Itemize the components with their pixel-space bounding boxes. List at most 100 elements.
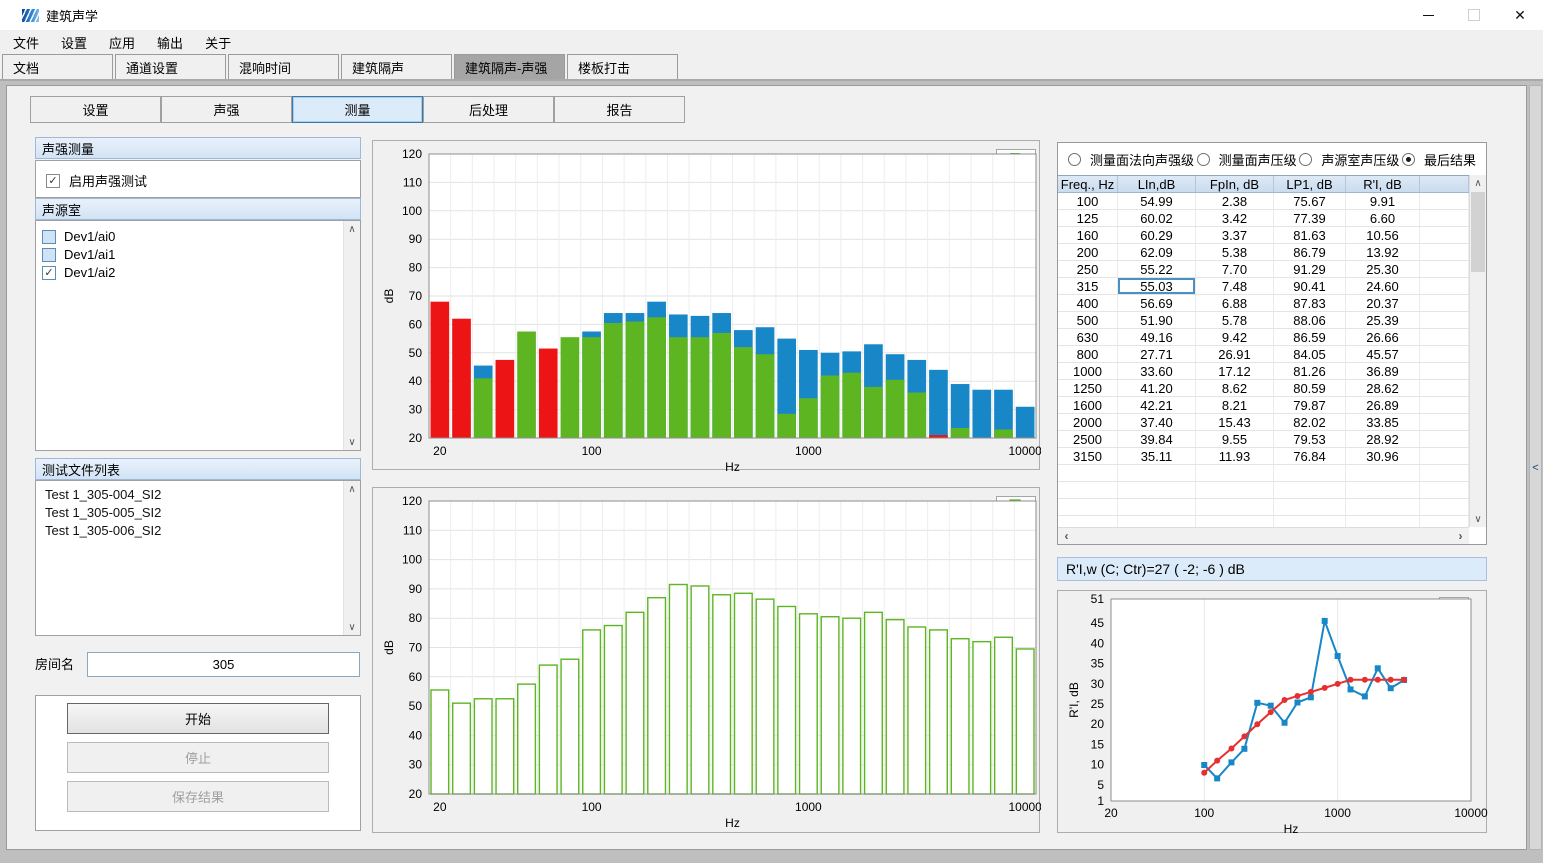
table-cell[interactable]: 100 xyxy=(1058,193,1118,209)
channel-checkbox[interactable]: ✓ xyxy=(42,266,56,280)
table-cell[interactable]: 36.89 xyxy=(1346,363,1420,379)
close-button[interactable]: ✕ xyxy=(1497,0,1543,30)
file-list-scrollbar[interactable]: ∧ ∨ xyxy=(343,481,360,635)
table-cell[interactable] xyxy=(1274,465,1346,481)
table-cell[interactable]: 86.59 xyxy=(1274,329,1346,345)
table-cell[interactable]: 41.20 xyxy=(1118,380,1196,396)
subtab-1[interactable]: 设置 xyxy=(30,96,161,123)
table-cell[interactable] xyxy=(1420,193,1469,209)
maximize-button[interactable] xyxy=(1451,0,1497,30)
radio-option-2[interactable]: 测量面声压级 xyxy=(1197,150,1297,169)
table-cell[interactable]: 54.99 xyxy=(1118,193,1196,209)
table-cell[interactable]: 49.16 xyxy=(1118,329,1196,345)
table-cell[interactable]: 33.85 xyxy=(1346,414,1420,430)
scroll-up-icon[interactable]: ∧ xyxy=(344,221,360,237)
table-cell[interactable]: 1000 xyxy=(1058,363,1118,379)
table-cell[interactable] xyxy=(1420,261,1469,277)
table-cell[interactable]: 60.02 xyxy=(1118,210,1196,226)
test-file-item[interactable]: Test 1_305-006_SI2 xyxy=(36,521,360,539)
scroll-left-icon[interactable]: ‹ xyxy=(1058,528,1075,544)
table-cell[interactable] xyxy=(1058,465,1118,481)
radio-option-4[interactable]: 最后结果 xyxy=(1402,150,1476,169)
channel-checkbox[interactable] xyxy=(42,230,56,244)
table-cell[interactable]: 250 xyxy=(1058,261,1118,277)
table-cell[interactable]: 6.88 xyxy=(1196,295,1274,311)
table-cell[interactable] xyxy=(1420,312,1469,328)
table-cell[interactable]: 28.62 xyxy=(1346,380,1420,396)
table-cell[interactable]: 87.83 xyxy=(1274,295,1346,311)
table-cell[interactable]: 25.30 xyxy=(1346,261,1420,277)
subtab-3[interactable]: 测量 xyxy=(292,96,423,123)
table-cell[interactable] xyxy=(1420,329,1469,345)
collapse-panel-handle[interactable]: < xyxy=(1529,85,1542,850)
tab-3[interactable]: 混响时间 xyxy=(228,54,339,79)
table-cell[interactable]: 76.84 xyxy=(1274,448,1346,464)
radio-circle[interactable] xyxy=(1068,153,1081,166)
menu-item-2[interactable]: 设置 xyxy=(50,30,98,54)
table-cell[interactable]: 160 xyxy=(1058,227,1118,243)
table-cell[interactable] xyxy=(1420,465,1469,481)
room-name-input[interactable] xyxy=(87,652,360,677)
table-cell[interactable]: 9.42 xyxy=(1196,329,1274,345)
table-cell[interactable]: 200 xyxy=(1058,244,1118,260)
table-cell[interactable] xyxy=(1346,516,1420,527)
table-cell[interactable]: 91.29 xyxy=(1274,261,1346,277)
table-cell[interactable] xyxy=(1346,499,1420,515)
table-cell[interactable]: 80.59 xyxy=(1274,380,1346,396)
table-cell[interactable]: 125 xyxy=(1058,210,1118,226)
table-cell[interactable] xyxy=(1420,431,1469,447)
enable-test-row[interactable]: ✓ 启用声强测试 xyxy=(36,161,360,190)
tab-5[interactable]: 建筑隔声-声强 xyxy=(454,54,565,79)
table-cell[interactable] xyxy=(1196,465,1274,481)
table-cell[interactable]: 75.67 xyxy=(1274,193,1346,209)
radio-circle[interactable] xyxy=(1402,153,1415,166)
table-cell[interactable]: 500 xyxy=(1058,312,1118,328)
table-cell[interactable] xyxy=(1420,244,1469,260)
tab-4[interactable]: 建筑隔声 xyxy=(341,54,452,79)
table-cell[interactable]: 90.41 xyxy=(1274,278,1346,294)
scroll-down-icon[interactable]: ∨ xyxy=(344,434,360,450)
radio-option-3[interactable]: 声源室声压级 xyxy=(1299,150,1399,169)
table-cell[interactable]: 9.55 xyxy=(1196,431,1274,447)
start-button[interactable]: 开始 xyxy=(67,703,329,734)
table-cell[interactable]: 3.42 xyxy=(1196,210,1274,226)
table-cell[interactable]: 8.21 xyxy=(1196,397,1274,413)
scroll-up-icon[interactable]: ∧ xyxy=(1470,175,1486,191)
radio-option-1[interactable]: 测量面法向声强级 xyxy=(1068,150,1194,169)
table-cell[interactable]: 2500 xyxy=(1058,431,1118,447)
channel-item[interactable]: Dev1/ai0 xyxy=(36,227,360,245)
table-cell[interactable]: 86.79 xyxy=(1274,244,1346,260)
scroll-down-icon[interactable]: ∨ xyxy=(1470,511,1486,527)
table-cell[interactable]: 1600 xyxy=(1058,397,1118,413)
table-cell[interactable]: 84.05 xyxy=(1274,346,1346,362)
table-cell[interactable] xyxy=(1420,414,1469,430)
table-cell[interactable] xyxy=(1420,380,1469,396)
table-cell[interactable] xyxy=(1118,482,1196,498)
table-cell[interactable] xyxy=(1420,227,1469,243)
table-cell[interactable] xyxy=(1420,295,1469,311)
menu-item-1[interactable]: 文件 xyxy=(2,30,50,54)
table-cell[interactable]: 800 xyxy=(1058,346,1118,362)
table-cell[interactable]: 11.93 xyxy=(1196,448,1274,464)
table-cell[interactable]: 20.37 xyxy=(1346,295,1420,311)
table-cell[interactable] xyxy=(1420,499,1469,515)
table-cell[interactable]: 62.09 xyxy=(1118,244,1196,260)
table-cell[interactable]: 8.62 xyxy=(1196,380,1274,396)
table-cell[interactable]: 3.37 xyxy=(1196,227,1274,243)
table-cell[interactable]: 82.02 xyxy=(1274,414,1346,430)
table-cell[interactable]: 2000 xyxy=(1058,414,1118,430)
table-cell[interactable]: 26.91 xyxy=(1196,346,1274,362)
stop-button[interactable]: 停止 xyxy=(67,742,329,773)
channel-item[interactable]: Dev1/ai1 xyxy=(36,245,360,263)
table-cell[interactable]: 26.89 xyxy=(1346,397,1420,413)
table-cell[interactable] xyxy=(1274,516,1346,527)
radio-circle[interactable] xyxy=(1299,153,1312,166)
table-cell[interactable] xyxy=(1274,482,1346,498)
table-cell[interactable] xyxy=(1346,482,1420,498)
table-cell[interactable]: 81.26 xyxy=(1274,363,1346,379)
table-cell[interactable]: 25.39 xyxy=(1346,312,1420,328)
table-cell[interactable] xyxy=(1420,397,1469,413)
table-cell[interactable] xyxy=(1346,465,1420,481)
subtab-5[interactable]: 报告 xyxy=(554,96,685,123)
table-cell[interactable] xyxy=(1420,346,1469,362)
